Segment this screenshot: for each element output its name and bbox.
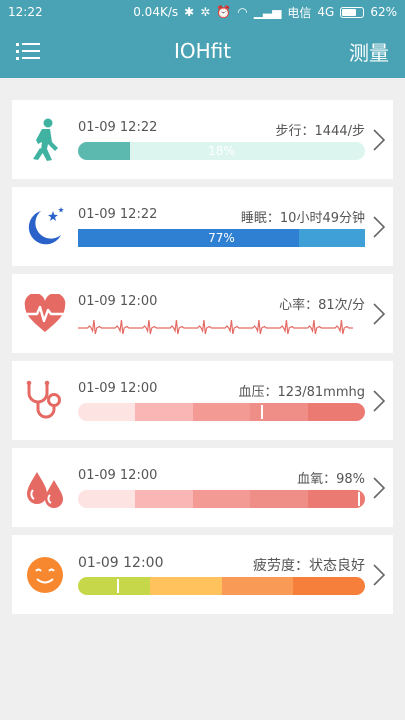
battery-percent: 62% xyxy=(370,5,397,19)
range-segment xyxy=(78,577,150,595)
chevron-right-icon[interactable] xyxy=(372,128,386,152)
signal-icon: ▁▃▅ xyxy=(253,5,282,19)
steps-card[interactable]: 01-09 12:22 步行：1444/步 18% xyxy=(12,100,393,179)
measure-button[interactable]: 测量 xyxy=(349,37,389,66)
steps-progress-bar: 18% xyxy=(78,142,365,160)
heart-ecg-line xyxy=(78,319,353,335)
moon-stars-icon xyxy=(28,206,64,244)
range-marker xyxy=(117,579,120,593)
steps-percent-label: 18% xyxy=(208,144,235,158)
status-time: 12:22 xyxy=(8,5,43,19)
sleep-percent-label: 77% xyxy=(208,231,235,245)
fatigue-range-bar xyxy=(78,577,365,595)
bp-range-bar xyxy=(78,403,365,421)
steps-value: 步行：1444/步 xyxy=(275,124,365,139)
range-segment xyxy=(192,490,251,508)
sleep-card[interactable]: 01-09 12:22 睡眠：10小时49分钟 77% xyxy=(12,187,393,266)
range-segment xyxy=(307,403,365,421)
stethoscope-icon xyxy=(26,380,61,418)
bp-value: 血压：123/81mmhg xyxy=(238,385,365,400)
network-speed: 0.04K/s xyxy=(133,5,179,19)
steps-date: 01-09 12:22 xyxy=(78,120,158,135)
silent-icon: ✲ xyxy=(200,5,211,19)
chevron-right-icon[interactable] xyxy=(372,389,386,413)
chevron-right-icon[interactable] xyxy=(372,302,386,326)
oxygen-date: 01-09 12:00 xyxy=(78,468,158,483)
wifi-icon: ◠ xyxy=(237,5,248,19)
range-segment xyxy=(293,577,365,595)
range-marker xyxy=(260,405,263,419)
range-segment xyxy=(135,490,193,508)
range-segment xyxy=(135,403,193,421)
fatigue-value: 疲劳度：状态良好 xyxy=(253,558,365,574)
status-bar: 12:22 0.04K/s ✱ ✲ ⏰ ◠ ▁▃▅ 电信 4G 62% xyxy=(0,0,405,24)
chevron-right-icon[interactable] xyxy=(372,563,386,587)
bp-date: 01-09 12:00 xyxy=(78,381,158,396)
walking-person-icon xyxy=(33,118,58,161)
heart-date: 01-09 12:00 xyxy=(78,294,158,309)
range-segment xyxy=(192,403,251,421)
smiley-face-icon xyxy=(27,556,63,593)
heart-value: 心率：81次/分 xyxy=(279,298,365,313)
oxygen-range-bar xyxy=(78,490,365,508)
range-segment xyxy=(307,490,365,508)
app-bar: IOHfit 测量 xyxy=(0,24,405,78)
oxygen-value: 血氧：98% xyxy=(297,472,365,487)
heart-rate-card[interactable]: 01-09 12:00 心率：81次/分 xyxy=(12,274,393,353)
health-card-list: 01-09 12:22 步行：1444/步 18% 01-09 12:22 睡眠… xyxy=(0,78,405,614)
blood-oxygen-card[interactable]: 01-09 12:00 血氧：98% xyxy=(12,448,393,527)
range-segment xyxy=(78,490,136,508)
heart-pulse-icon xyxy=(24,293,66,332)
chevron-right-icon[interactable] xyxy=(372,476,386,500)
menu-icon[interactable] xyxy=(16,41,40,61)
sleep-value: 睡眠：10小时49分钟 xyxy=(240,211,365,226)
range-segment xyxy=(149,577,222,595)
alarm-icon: ⏰ xyxy=(216,5,232,19)
range-segment xyxy=(78,403,136,421)
fatigue-card[interactable]: 01-09 12:00 疲劳度：状态良好 xyxy=(12,535,393,614)
sleep-progress-bar: 77% xyxy=(78,229,365,247)
app-title: IOHfit xyxy=(173,39,232,63)
range-segment xyxy=(250,403,308,421)
chevron-right-icon[interactable] xyxy=(372,215,386,239)
range-segment xyxy=(250,490,308,508)
range-marker xyxy=(358,492,361,506)
ecg-path xyxy=(78,319,353,335)
blood-pressure-card[interactable]: 01-09 12:00 血压：123/81mmhg xyxy=(12,361,393,440)
bluetooth-icon: ✱ xyxy=(184,5,195,19)
carrier-name: 电信 xyxy=(287,5,312,20)
range-segment xyxy=(221,577,294,595)
fatigue-date: 01-09 12:00 xyxy=(78,555,164,571)
sleep-date: 01-09 12:22 xyxy=(78,207,158,222)
battery-icon xyxy=(340,6,365,18)
network-type: 4G xyxy=(317,5,335,19)
blood-drops-icon xyxy=(27,471,63,508)
